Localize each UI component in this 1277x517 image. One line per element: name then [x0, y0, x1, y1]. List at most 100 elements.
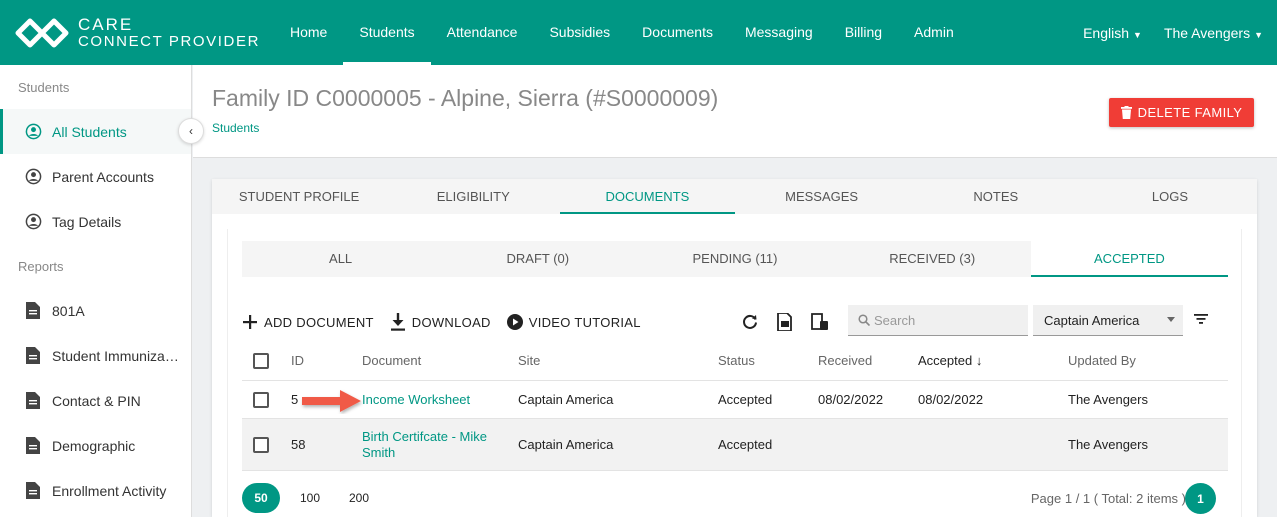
tab-documents[interactable]: DOCUMENTS	[560, 179, 735, 214]
document-link[interactable]: Income Worksheet	[362, 392, 518, 408]
site-select-value: Captain America	[1044, 312, 1140, 328]
header-checkbox-cell	[242, 352, 282, 369]
document-status-tabs: ALL DRAFT (0) PENDING (11) RECEIVED (3) …	[242, 241, 1229, 277]
cell-received: 08/02/2022	[818, 392, 884, 407]
download-button[interactable]: DOWNLOAD	[390, 313, 491, 331]
download-icon	[390, 313, 405, 331]
sidebar-item-label: All Students	[52, 123, 127, 140]
documents-table: ID Document Site Status Received Accepte…	[242, 341, 1228, 471]
nav-students[interactable]: Students	[343, 0, 431, 65]
page-size-50[interactable]: 50	[242, 483, 280, 513]
main-nav: Home Students Attendance Subsidies Docum…	[274, 0, 970, 65]
cell-status: Accepted	[718, 437, 773, 452]
nav-subsidies[interactable]: Subsidies	[533, 0, 626, 65]
column-header-accepted[interactable]: Accepted ↓	[918, 353, 1068, 368]
page-size-100[interactable]: 100	[291, 483, 329, 513]
brand-line-1: CARE	[78, 15, 134, 34]
pdf-document-icon[interactable]	[775, 312, 795, 332]
page-size-200[interactable]: 200	[340, 483, 378, 513]
row-checkbox[interactable]	[253, 436, 269, 453]
column-header-updated-by[interactable]: Updated By	[1068, 353, 1228, 368]
video-tutorial-label: VIDEO TUTORIAL	[528, 314, 641, 330]
brand-logo[interactable]: CARE CONNECT PROVIDER	[14, 14, 260, 52]
cell-status: Accepted	[718, 392, 773, 407]
add-document-button[interactable]: ADD DOCUMENT	[242, 314, 374, 330]
column-header-received[interactable]: Received	[818, 353, 918, 368]
download-label: DOWNLOAD	[411, 314, 491, 330]
column-header-status[interactable]: Status	[718, 353, 818, 368]
nav-documents[interactable]: Documents	[626, 0, 729, 65]
sidebar-item-label: 801A	[52, 302, 85, 319]
nav-admin[interactable]: Admin	[898, 0, 970, 65]
nav-attendance[interactable]: Attendance	[431, 0, 534, 65]
subtab-received[interactable]: RECEIVED (3)	[834, 241, 1031, 277]
sidebar-item-label: Demographic	[52, 437, 136, 454]
play-circle-icon	[506, 314, 523, 330]
sidebar-collapse-button[interactable]: ‹	[178, 118, 204, 144]
sidebar-item-all-students[interactable]: All Students	[0, 109, 191, 154]
video-tutorial-button[interactable]: VIDEO TUTORIAL	[506, 314, 641, 330]
page-title: Family ID C0000005 - Alpine, Sierra (#S0…	[212, 85, 719, 111]
caret-down-icon	[1167, 317, 1175, 322]
top-right-controls: English ▼ The Avengers ▼	[1083, 0, 1263, 65]
column-header-document[interactable]: Document	[362, 353, 518, 368]
documents-toolbar: ADD DOCUMENT DOWNLOAD VIDEO TUTORIAL Sea…	[242, 305, 1228, 339]
tab-notes[interactable]: NOTES	[909, 179, 1083, 214]
refresh-icon[interactable]	[740, 312, 760, 332]
top-navbar: CARE CONNECT PROVIDER Home Students Atte…	[0, 0, 1277, 65]
nav-messaging[interactable]: Messaging	[729, 0, 829, 65]
cell-id: 58	[291, 437, 306, 452]
row-checkbox[interactable]	[253, 391, 269, 408]
user-circle-icon	[24, 123, 42, 141]
caret-down-icon: ▼	[1254, 29, 1263, 40]
document-link[interactable]: Birth Certifcate - Mike Smith	[362, 429, 518, 461]
document-icon	[24, 392, 42, 410]
nav-billing[interactable]: Billing	[829, 0, 898, 65]
mobile-document-icon[interactable]	[810, 312, 830, 332]
sidebar-item-tag-details[interactable]: Tag Details	[0, 199, 191, 244]
column-header-site[interactable]: Site	[518, 353, 718, 368]
search-field[interactable]	[848, 305, 1028, 336]
tab-messages[interactable]: MESSAGES	[735, 179, 909, 214]
cell-accepted: 08/02/2022	[918, 392, 984, 407]
account-dropdown[interactable]: The Avengers ▼	[1164, 25, 1263, 41]
chevron-left-icon: ‹	[189, 124, 193, 138]
sidebar-item-label: Parent Accounts	[52, 168, 154, 185]
subtab-pending[interactable]: PENDING (11)	[636, 241, 833, 277]
row-checkbox-cell	[242, 436, 282, 453]
main-tabs: STUDENT PROFILE ELIGIBILITY DOCUMENTS ME…	[212, 179, 1257, 214]
select-all-checkbox[interactable]	[253, 352, 269, 369]
sidebar-item-801a[interactable]: 801A	[0, 288, 191, 333]
sidebar-item-demographic[interactable]: Demographic	[0, 423, 191, 468]
language-dropdown[interactable]: English ▼	[1083, 25, 1142, 41]
page-button-1[interactable]: 1	[1185, 483, 1216, 514]
delete-family-button[interactable]: DELETE FAMILY	[1109, 98, 1254, 127]
page-header: Family ID C0000005 - Alpine, Sierra (#S0…	[193, 65, 1277, 158]
tab-logs[interactable]: LOGS	[1083, 179, 1257, 214]
account-label: The Avengers	[1163, 24, 1251, 41]
subtab-draft[interactable]: DRAFT (0)	[439, 241, 636, 277]
add-document-label: ADD DOCUMENT	[264, 314, 374, 330]
sidebar-item-label: Student Immuniza…	[52, 347, 179, 364]
caret-down-icon: ▼	[1133, 29, 1142, 40]
toolbar-icon-group	[740, 305, 830, 339]
breadcrumb-students[interactable]: Students	[212, 121, 259, 135]
sidebar-item-student-immunization[interactable]: Student Immuniza…	[0, 333, 191, 378]
sidebar-item-parent-accounts[interactable]: Parent Accounts	[0, 154, 191, 199]
sidebar-item-enrollment-activity[interactable]: Enrollment Activity	[0, 468, 191, 513]
subtab-accepted[interactable]: ACCEPTED	[1030, 241, 1229, 277]
cell-site: Captain America	[518, 437, 614, 452]
subtab-all[interactable]: ALL	[242, 241, 439, 277]
sidebar: Students All Students Parent Accounts Ta…	[0, 65, 192, 517]
sidebar-heading-students: Students	[18, 80, 70, 95]
search-input[interactable]	[874, 312, 1014, 328]
nav-home[interactable]: Home	[274, 0, 343, 65]
site-select[interactable]: Captain America	[1033, 305, 1183, 336]
filter-icon[interactable]	[1193, 312, 1209, 331]
tab-student-profile[interactable]: STUDENT PROFILE	[212, 179, 386, 214]
delete-family-label: DELETE FAMILY	[1137, 105, 1243, 120]
row-checkbox-cell	[242, 391, 282, 408]
tab-eligibility[interactable]: ELIGIBILITY	[386, 179, 560, 214]
column-header-id[interactable]: ID	[282, 353, 362, 368]
sidebar-item-contact-pin[interactable]: Contact & PIN	[0, 378, 191, 423]
